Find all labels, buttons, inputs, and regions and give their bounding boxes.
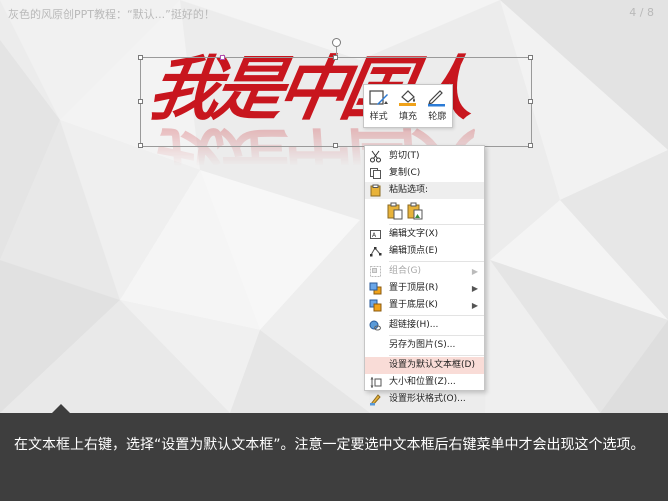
- adjust-handle[interactable]: [220, 55, 225, 60]
- menu-item-format-shape[interactable]: 设置形状格式(O)...: [365, 391, 484, 408]
- menu-item-label: 组合(G): [389, 266, 421, 276]
- menu-item-save-as-picture[interactable]: 另存为图片(S)...: [365, 337, 484, 354]
- menu-item-copy[interactable]: 复制(C): [365, 165, 484, 182]
- edit-text-icon: A: [370, 230, 381, 239]
- resize-handle-top-left[interactable]: [138, 55, 143, 60]
- bring-to-front-icon: [369, 282, 382, 295]
- page-number: 4 / 8: [629, 6, 654, 19]
- menu-item-paste-options: 粘贴选项:: [365, 182, 484, 199]
- submenu-arrow-icon: ▶: [471, 284, 478, 293]
- menu-item-label: 超链接(H)...: [389, 320, 439, 330]
- menu-item-label: 编辑顶点(E): [389, 246, 438, 256]
- selected-text-box[interactable]: [140, 57, 532, 147]
- menu-separator: [389, 261, 484, 262]
- outline-button[interactable]: 轮廓: [423, 89, 451, 122]
- menu-item-label: 复制(C): [389, 168, 421, 178]
- menu-item-size-position[interactable]: 大小和位置(Z)...: [365, 374, 484, 391]
- caption-text: 在文本框上右键，选择“设置为默认文本框”。注意一定要选中文本框后右键菜单中才会出…: [14, 437, 645, 453]
- menu-item-label: 大小和位置(Z)...: [389, 377, 456, 387]
- shape-style-icon: [369, 90, 388, 105]
- menu-item-label: 编辑文字(X): [389, 229, 439, 239]
- paste-as-picture-icon[interactable]: [407, 202, 423, 220]
- menu-item-label: 设置为默认文本框(D): [389, 360, 475, 370]
- outline-label: 轮廓: [428, 112, 447, 122]
- menu-item-label: 设置形状格式(O)...: [389, 394, 466, 404]
- menu-item-bring-to-front[interactable]: 置于顶层(R) ▶: [365, 280, 484, 297]
- menu-separator: [389, 335, 484, 336]
- slide-header-title: 灰色的风原创PPT教程：“默认...”挺好的！: [8, 8, 215, 21]
- fill-button[interactable]: 填充: [394, 89, 422, 122]
- resize-handle-bottom-right[interactable]: [528, 143, 533, 148]
- edit-points-icon: [370, 247, 382, 257]
- context-menu: 剪切(T) 复制(C) 粘贴选项: A 编辑文字(X) 编辑顶点(E) 组合(G…: [364, 145, 485, 406]
- size-position-icon: [370, 377, 382, 388]
- menu-item-label: 剪切(T): [389, 151, 420, 161]
- menu-item-label: 另存为图片(S)...: [389, 340, 456, 350]
- menu-item-label: 置于底层(K): [389, 300, 438, 310]
- menu-item-send-to-back[interactable]: 置于底层(K) ▶: [365, 297, 484, 314]
- menu-item-label: 粘贴选项:: [389, 185, 429, 195]
- menu-separator: [389, 224, 484, 225]
- resize-handle-bottom[interactable]: [333, 143, 338, 148]
- copy-icon: [370, 168, 381, 179]
- submenu-arrow-icon: ▶: [471, 267, 478, 276]
- menu-item-edit-points[interactable]: 编辑顶点(E): [365, 243, 484, 260]
- resize-handle-top[interactable]: [333, 55, 338, 60]
- paste-keep-format-icon[interactable]: [387, 202, 403, 220]
- menu-item-cut[interactable]: 剪切(T): [365, 148, 484, 165]
- rotate-handle[interactable]: [332, 38, 341, 47]
- hyperlink-icon: [369, 320, 381, 331]
- caption-pointer: [52, 404, 70, 413]
- send-to-back-icon: [369, 299, 382, 312]
- tutorial-caption: 在文本框上右键，选择“设置为默认文本框”。注意一定要选中文本框后右键菜单中才会出…: [0, 413, 668, 501]
- paste-options-row: [365, 199, 484, 223]
- pen-outline-icon: [428, 90, 446, 107]
- style-button[interactable]: 样式: [365, 89, 393, 122]
- clipboard-icon: [370, 184, 381, 197]
- format-shape-icon: [370, 394, 381, 406]
- fill-label: 填充: [398, 112, 417, 122]
- menu-item-edit-text[interactable]: A 编辑文字(X): [365, 226, 484, 243]
- menu-item-label: 置于顶层(R): [389, 283, 439, 293]
- style-label: 样式: [369, 112, 388, 122]
- resize-handle-bottom-left[interactable]: [138, 143, 143, 148]
- scissors-icon: [370, 150, 381, 163]
- paint-bucket-icon: [398, 90, 416, 106]
- resize-handle-top-right[interactable]: [528, 55, 533, 60]
- submenu-arrow-icon: ▶: [471, 301, 478, 310]
- menu-item-group[interactable]: 组合(G) ▶: [365, 263, 484, 280]
- menu-item-set-default-textbox[interactable]: 设置为默认文本框(D): [365, 357, 484, 374]
- menu-separator: [389, 315, 484, 316]
- menu-separator: [389, 355, 484, 356]
- mini-toolbar: 样式 填充 轮廓: [363, 84, 453, 128]
- resize-handle-right[interactable]: [528, 99, 533, 104]
- resize-handle-left[interactable]: [138, 99, 143, 104]
- group-icon: [370, 266, 381, 277]
- menu-item-hyperlink[interactable]: 超链接(H)...: [365, 317, 484, 334]
